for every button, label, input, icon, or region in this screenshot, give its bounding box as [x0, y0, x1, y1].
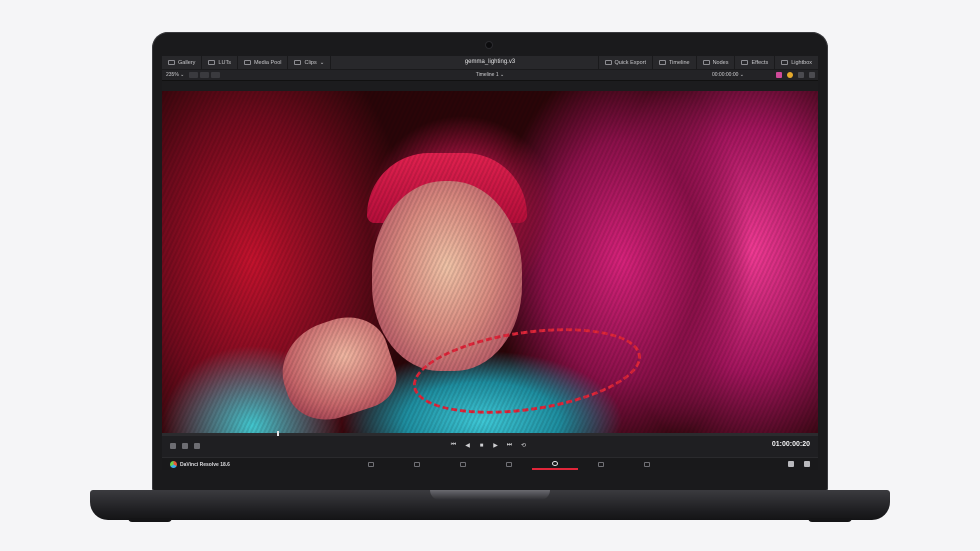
clips-icon [294, 60, 302, 65]
viewer-right-icons [776, 72, 815, 78]
stop-button[interactable]: ■ [478, 442, 485, 449]
lightbox-button[interactable]: Lightbox [774, 56, 818, 69]
fusion-page-icon [506, 461, 512, 467]
lightbox-icon [781, 60, 789, 65]
picker-icon[interactable] [170, 443, 176, 449]
luts-icon [208, 60, 216, 65]
step-back-button[interactable]: ◀ [464, 442, 471, 449]
top-bar: Gallery LUTs Media Pool Clips ⌄ gemma_lig… [162, 56, 818, 70]
deliver-page-icon [644, 461, 650, 467]
chevron-down-icon: ⌄ [319, 59, 325, 66]
home-icon[interactable] [788, 461, 794, 467]
laptop-foot-right [808, 518, 852, 522]
timeline-button[interactable]: Timeline [651, 56, 696, 69]
brand: DaVinci Resolve 18.6 [170, 461, 230, 468]
lightbox-label: Lightbox [791, 59, 812, 66]
gallery-button[interactable]: Gallery [162, 56, 203, 69]
nodes-label: Nodes [712, 59, 729, 66]
tab-cut[interactable] [394, 458, 440, 470]
nodes-button[interactable]: Nodes [695, 56, 735, 69]
nodes-icon [702, 60, 710, 65]
tab-deliver[interactable] [624, 458, 670, 470]
cut-page-icon [414, 461, 420, 467]
macbook: Gallery LUTs Media Pool Clips ⌄ gemma_lig… [0, 0, 980, 551]
timeline-name: Timeline 1 [475, 72, 499, 78]
transport-bar: ⏮ ◀ ■ ▶ ⏭ ⟲ 01:00:00:20 [162, 436, 818, 457]
image-fur-texture [162, 91, 818, 433]
tab-media[interactable] [348, 458, 394, 470]
loop-button[interactable]: ⟲ [520, 442, 527, 449]
edit-page-icon [460, 461, 466, 467]
effects-label: Effects [751, 59, 769, 66]
effects-button[interactable]: Effects [734, 56, 774, 69]
highlight-icon[interactable] [787, 72, 793, 78]
clips-button[interactable]: Clips ⌄ [288, 56, 332, 69]
luts-label: LUTs [218, 59, 231, 66]
split-icon[interactable] [182, 443, 188, 449]
quick-export-label: Quick Export [614, 59, 646, 66]
camera [486, 42, 492, 48]
fullscreen-icon[interactable] [798, 72, 804, 78]
timeline-icon [658, 60, 666, 65]
screen: Gallery LUTs Media Pool Clips ⌄ gemma_lig… [162, 56, 818, 470]
page-bar: DaVinci Resolve 18.6 [162, 457, 818, 470]
more-options-icon[interactable] [809, 72, 815, 78]
source-timecode[interactable]: 00:00:00:00 ⌄ [712, 72, 744, 78]
media-page-icon [368, 461, 374, 467]
tab-fusion[interactable] [486, 458, 532, 470]
media-pool-icon [243, 60, 251, 65]
media-pool-label: Media Pool [253, 59, 282, 66]
export-icon [604, 60, 612, 65]
quick-export-button[interactable]: Quick Export [597, 56, 652, 69]
record-timecode: 01:00:00:20 [771, 441, 810, 448]
laptop-foot-left [128, 518, 172, 522]
viewer-image[interactable] [162, 91, 818, 433]
clips-label: Clips [304, 59, 317, 66]
timeline-label: Timeline [668, 59, 690, 66]
luts-button[interactable]: LUTs [202, 56, 238, 69]
laptop-notch [430, 490, 550, 500]
tab-edit[interactable] [440, 458, 486, 470]
brand-label: DaVinci Resolve 18.6 [180, 461, 230, 468]
source-timecode-value: 00:00:00:00 [711, 72, 739, 78]
settings-gear-icon[interactable] [804, 461, 810, 467]
viewer-toolbar: 235% ⌄ Timeline 1 ⌄ 00:00:00:00 ⌄ [162, 70, 818, 81]
tab-color[interactable] [532, 458, 578, 470]
skip-to-end-button[interactable]: ⏭ [506, 442, 513, 449]
skip-to-start-button[interactable]: ⏮ [450, 442, 457, 449]
fairlight-page-icon [598, 461, 604, 467]
resolve-logo-icon [170, 461, 177, 468]
tab-fairlight[interactable] [578, 458, 624, 470]
speaker-icon[interactable] [194, 443, 200, 449]
color-swatch-icon[interactable] [776, 72, 782, 78]
media-pool-button[interactable]: Media Pool [238, 56, 289, 69]
gallery-icon [168, 60, 175, 65]
effects-icon [741, 60, 749, 65]
gallery-label: Gallery [178, 59, 196, 66]
page-tabs [348, 458, 670, 470]
color-page-icon [552, 460, 558, 466]
play-button[interactable]: ▶ [492, 442, 499, 449]
